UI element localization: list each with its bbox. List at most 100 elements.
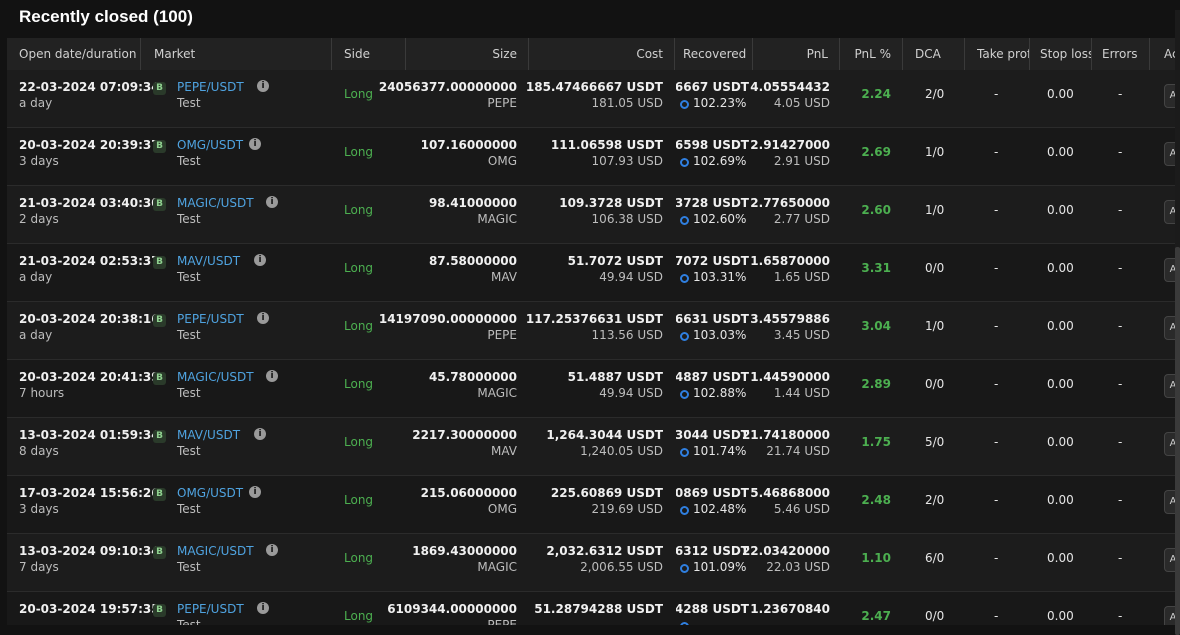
market-link[interactable]: MAV/USDT — [177, 428, 240, 442]
col-actions[interactable]: Ac — [1164, 38, 1175, 70]
col-stop-loss[interactable]: Stop loss — [1040, 38, 1092, 70]
row-action-button[interactable]: A — [1164, 142, 1175, 166]
table-row[interactable]: 22-03-2024 07:09:34 a day B PEPE/USDT i Test L… — [7, 70, 1175, 128]
column-divider[interactable] — [964, 38, 965, 70]
market-link[interactable]: MAGIC/USDT — [177, 544, 254, 558]
market-link[interactable]: PEPE/USDT — [177, 602, 244, 616]
market-link[interactable]: MAV/USDT — [177, 254, 240, 268]
size-value: 6109344.00000000 — [387, 602, 517, 616]
column-divider[interactable] — [140, 38, 141, 70]
col-side[interactable]: Side — [344, 38, 404, 70]
market-link[interactable]: MAGIC/USDT — [177, 370, 254, 384]
table-row[interactable]: 21-03-2024 03:40:30 2 days B MAGIC/USDT i Tes… — [7, 186, 1175, 244]
recovered-ring-icon — [680, 506, 689, 515]
table-row[interactable]: 20-03-2024 20:39:37 3 days B OMG/USDT i Test L… — [7, 128, 1175, 186]
take-profit-value: - — [994, 435, 999, 449]
pnl-usd: 21.74 USD — [766, 444, 830, 458]
info-icon[interactable]: i — [266, 196, 278, 208]
row-action-button[interactable]: A — [1164, 84, 1175, 108]
col-cost[interactable]: Cost — [530, 38, 663, 70]
row-action-button[interactable]: A — [1164, 548, 1175, 572]
row-action-button[interactable]: A — [1164, 316, 1175, 340]
dca-value: 0/0 — [925, 609, 945, 623]
take-profit-value: - — [994, 493, 999, 507]
col-open-date[interactable]: Open date/duration — [19, 38, 145, 70]
side-value: Long — [344, 261, 374, 275]
col-pnl-percent[interactable]: PnL % — [841, 38, 891, 70]
row-action-button[interactable]: A — [1164, 200, 1175, 224]
table-row[interactable]: 13-03-2024 09:10:34 7 days B MAGIC/USDT i Tes… — [7, 534, 1175, 592]
column-divider[interactable] — [674, 38, 675, 70]
cost-usd: 49.94 USD — [599, 386, 663, 400]
info-icon[interactable]: i — [257, 602, 269, 614]
column-divider[interactable] — [405, 38, 406, 70]
vertical-scrollbar[interactable] — [1175, 10, 1180, 635]
column-divider[interactable] — [331, 38, 332, 70]
info-icon[interactable]: i — [266, 370, 278, 382]
info-icon[interactable]: i — [257, 80, 269, 92]
recovered-percent: 102.69% — [693, 154, 747, 168]
column-divider[interactable] — [752, 38, 753, 70]
column-divider[interactable] — [1029, 38, 1030, 70]
column-divider[interactable] — [1091, 38, 1092, 70]
row-action-button[interactable]: A — [1164, 606, 1175, 625]
market-link[interactable]: PEPE/USDT — [177, 80, 244, 94]
open-date: 20-03-2024 20:41:39 — [19, 370, 160, 384]
recovered-value: 06598 USDT — [676, 138, 749, 152]
size-unit: PEPE — [487, 618, 517, 625]
dca-value: 2/0 — [925, 493, 945, 507]
pnl-percent: 2.24 — [861, 87, 891, 101]
info-icon[interactable]: i — [249, 486, 261, 498]
market-link[interactable]: OMG/USDT — [177, 138, 243, 152]
col-market[interactable]: Market — [154, 38, 334, 70]
side-value: Long — [344, 435, 374, 449]
recovered-percent-wrap: 102.60% — [680, 212, 746, 226]
cost-usd: 49.94 USD — [599, 270, 663, 284]
size-unit: OMG — [487, 502, 517, 516]
info-icon[interactable]: i — [249, 138, 261, 150]
stop-loss-value: 0.00 — [1047, 203, 1074, 217]
table-row[interactable]: 20-03-2024 20:41:39 7 hours B MAGIC/USDT i Te… — [7, 360, 1175, 418]
column-divider[interactable] — [528, 38, 529, 70]
info-icon[interactable]: i — [254, 254, 266, 266]
column-divider[interactable] — [839, 38, 840, 70]
side-value: Long — [344, 377, 374, 391]
row-action-button[interactable]: A — [1164, 490, 1175, 514]
column-divider[interactable] — [902, 38, 903, 70]
take-profit-value: - — [994, 377, 999, 391]
row-action-button[interactable]: A — [1164, 258, 1175, 282]
pnl-percent: 1.75 — [861, 435, 891, 449]
pnl-percent: 2.47 — [861, 609, 891, 623]
pnl-value: 21.74180000 — [741, 428, 830, 442]
col-dca[interactable]: DCA — [915, 38, 965, 70]
scrollbar-thumb[interactable] — [1175, 247, 1180, 635]
column-divider[interactable] — [1149, 38, 1150, 70]
table-row[interactable]: 17-03-2024 15:56:26 3 days B OMG/USDT i Test L… — [7, 476, 1175, 534]
stop-loss-value: 0.00 — [1047, 551, 1074, 565]
table-row[interactable]: 20-03-2024 19:57:35 B PEPE/USDT i Test Long 61… — [7, 592, 1175, 625]
size-value: 107.16000000 — [420, 138, 517, 152]
table-row[interactable]: 20-03-2024 20:38:16 a day B PEPE/USDT i Test L… — [7, 302, 1175, 360]
info-icon[interactable]: i — [266, 544, 278, 556]
market-link[interactable]: PEPE/USDT — [177, 312, 244, 326]
col-recovered[interactable]: Recovered — [683, 38, 763, 70]
col-take-profit[interactable]: Take profit — [977, 38, 1029, 70]
col-pnl[interactable]: PnL — [754, 38, 828, 70]
market-link[interactable]: OMG/USDT — [177, 486, 243, 500]
col-errors[interactable]: Errors — [1102, 38, 1150, 70]
cost-value: 185.47466667 USDT — [525, 80, 663, 94]
table-row[interactable]: 13-03-2024 01:59:34 8 days B MAV/USDT i Test L… — [7, 418, 1175, 476]
col-size[interactable]: Size — [407, 38, 517, 70]
info-icon[interactable]: i — [254, 428, 266, 440]
pnl-value: 4.05554432 — [750, 80, 830, 94]
stop-loss-value: 0.00 — [1047, 435, 1074, 449]
table-row[interactable]: 21-03-2024 02:53:37 a day B MAV/USDT i Test Lo… — [7, 244, 1175, 302]
row-action-button[interactable]: A — [1164, 432, 1175, 456]
market-link[interactable]: MAGIC/USDT — [177, 196, 254, 210]
recovered-percent: 101.09% — [693, 560, 747, 574]
recovered-value: 60869 USDT — [676, 486, 749, 500]
info-icon[interactable]: i — [257, 312, 269, 324]
dca-value: 2/0 — [925, 87, 945, 101]
recovered-ring-icon — [680, 158, 689, 167]
row-action-button[interactable]: A — [1164, 374, 1175, 398]
